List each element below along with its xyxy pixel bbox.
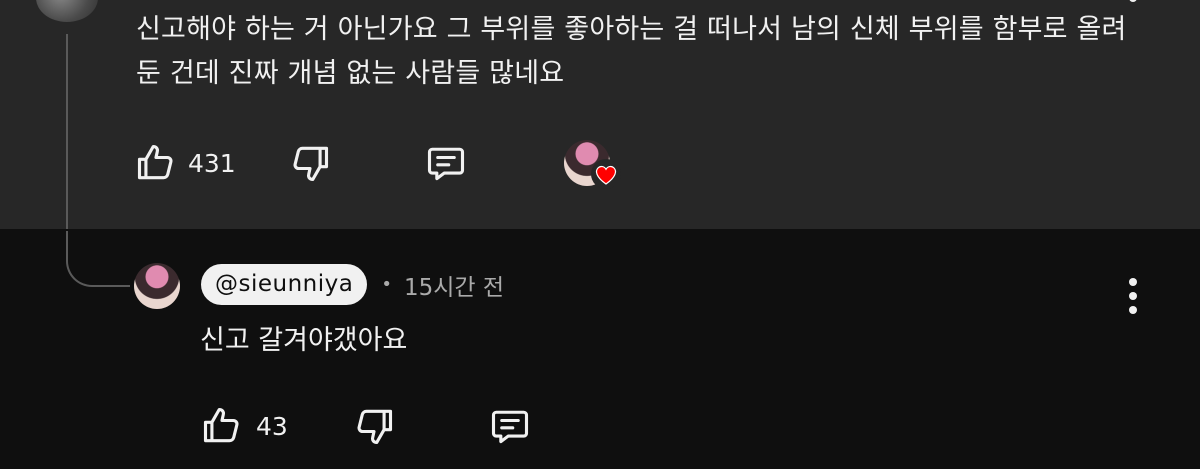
comments-thread: 신고해야 하는 거 아닌가요 그 부위를 좋아하는 걸 떠나서 남의 신체 부위…	[0, 0, 1200, 469]
reply-comment-icon	[491, 410, 528, 444]
thread-connector-line	[66, 34, 68, 229]
reply-button[interactable]	[486, 402, 534, 450]
parent-commenter-avatar[interactable]	[36, 0, 98, 22]
like-count: 431	[188, 148, 236, 178]
parent-comment: 신고해야 하는 거 아닌가요 그 부위를 좋아하는 걸 떠나서 남의 신체 부위…	[0, 0, 1200, 229]
kebab-dot	[1129, 292, 1137, 300]
reply-comment-actions: 43	[198, 402, 534, 450]
thumbs-down-icon	[293, 146, 328, 182]
reply-button[interactable]	[422, 139, 470, 187]
kebab-dot	[1129, 278, 1137, 286]
parent-comment-actions: 431	[132, 138, 626, 189]
reply-timestamp: 15시간 전	[403, 274, 505, 301]
separator-dot: •	[381, 274, 392, 295]
parent-comment-text: 신고해야 하는 거 아닌가요 그 부위를 좋아하는 걸 떠나서 남의 신체 부위…	[136, 14, 1127, 89]
thumbs-down-icon	[357, 409, 392, 445]
kebab-dot	[1129, 0, 1137, 2]
reply-author-handle[interactable]: @sieunniya	[201, 264, 368, 305]
reply-more-options-button[interactable]	[1124, 278, 1142, 316]
like-button[interactable]	[132, 139, 180, 187]
like-button[interactable]	[198, 402, 246, 450]
reply-author-avatar[interactable]	[134, 263, 180, 309]
kebab-dot	[1129, 306, 1137, 314]
thumbs-up-icon	[137, 144, 173, 180]
like-count: 43	[256, 411, 288, 441]
reply-comment-text: 신고 갈겨야갰아요	[200, 325, 408, 356]
creator-heart-badge	[563, 138, 626, 189]
thread-connector-curve	[66, 231, 130, 287]
reply-header: @sieunniya • 15시간 전	[201, 264, 504, 305]
heart-icon	[590, 159, 621, 189]
thumbs-up-icon	[203, 407, 239, 443]
dislike-button[interactable]	[286, 139, 334, 187]
dislike-button[interactable]	[350, 402, 398, 450]
reply-comment-icon	[427, 147, 464, 181]
